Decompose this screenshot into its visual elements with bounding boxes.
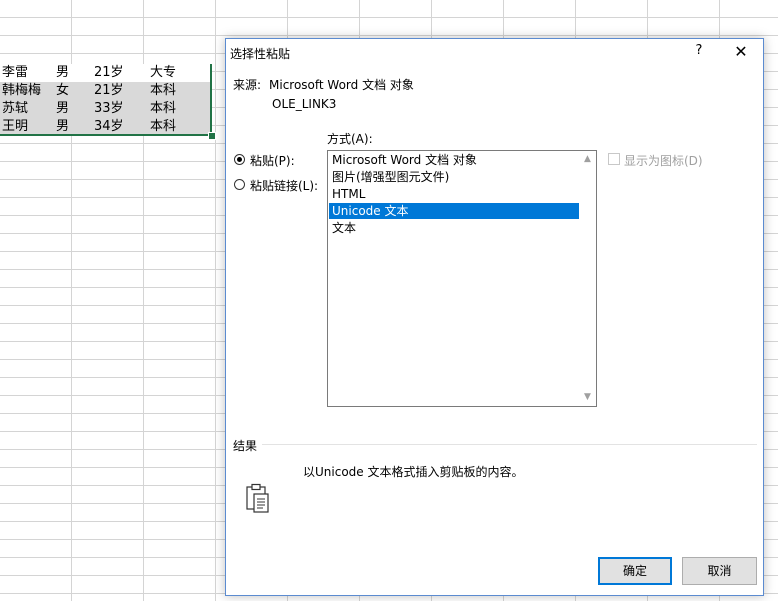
cell-degree[interactable]: 大专 (150, 64, 176, 82)
display-as-icon-label[interactable]: 显示为图标(D) (624, 152, 703, 169)
cell-degree[interactable]: 本科 (150, 82, 176, 100)
fill-handle[interactable] (208, 132, 216, 140)
ok-button[interactable]: 确定 (598, 557, 672, 585)
paste-radio[interactable] (234, 154, 245, 165)
list-item-selected[interactable]: Unicode 文本 (329, 203, 579, 219)
cell-name[interactable]: 韩梅梅 (2, 82, 41, 100)
list-item[interactable]: 文本 (329, 220, 579, 236)
cell-gender[interactable]: 女 (56, 82, 69, 100)
result-text: 以Unicode 文本格式插入剪贴板的内容。 (303, 465, 524, 479)
list-item[interactable]: Microsoft Word 文档 对象 (329, 152, 579, 168)
list-item[interactable]: 图片(增强型图元文件) (329, 169, 579, 185)
cell-age[interactable]: 21岁 (94, 64, 124, 82)
dialog-title: 选择性粘贴 (230, 47, 291, 61)
list-item[interactable]: HTML (329, 186, 579, 202)
cell-gender[interactable]: 男 (56, 100, 69, 118)
cell-degree[interactable]: 本科 (150, 118, 176, 136)
cell-age[interactable]: 21岁 (94, 82, 124, 100)
scroll-down-arrow-icon[interactable]: ▼ (583, 393, 592, 402)
listbox-scrollbar[interactable]: ▲ ▼ (579, 151, 596, 406)
paste-link-radio-label[interactable]: 粘贴链接(L): (250, 177, 318, 194)
result-divider (262, 444, 757, 445)
paste-special-dialog: 选择性粘贴 ? ✕ 来源: Microsoft Word 文档 对象 OLE_L… (225, 38, 764, 596)
display-as-icon-checkbox[interactable] (608, 153, 620, 165)
paste-radio-label[interactable]: 粘贴(P): (250, 152, 295, 169)
help-button[interactable]: ? (691, 43, 707, 61)
cell-name[interactable]: 苏轼 (2, 100, 28, 118)
cell-age[interactable]: 33岁 (94, 100, 124, 118)
clipboard-icon (246, 483, 269, 513)
cell-gender[interactable]: 男 (56, 64, 69, 82)
source-label: 来源: (233, 78, 262, 92)
cancel-button[interactable]: 取消 (682, 557, 757, 585)
close-button[interactable]: ✕ (732, 43, 750, 61)
result-label: 结果 (233, 439, 258, 453)
cell-gender[interactable]: 男 (56, 118, 69, 136)
cell-name[interactable]: 王明 (2, 118, 28, 136)
paste-link-radio[interactable] (234, 179, 245, 190)
source-link: OLE_LINK3 (272, 97, 337, 111)
source-value: Microsoft Word 文档 对象 (269, 78, 414, 92)
scroll-up-arrow-icon[interactable]: ▲ (583, 155, 592, 164)
cell-name[interactable]: 李雷 (2, 64, 28, 82)
cell-age[interactable]: 34岁 (94, 118, 124, 136)
cell-degree[interactable]: 本科 (150, 100, 176, 118)
as-label: 方式(A): (327, 132, 373, 146)
format-listbox[interactable]: Microsoft Word 文档 对象 图片(增强型图元文件) HTML Un… (327, 150, 597, 407)
